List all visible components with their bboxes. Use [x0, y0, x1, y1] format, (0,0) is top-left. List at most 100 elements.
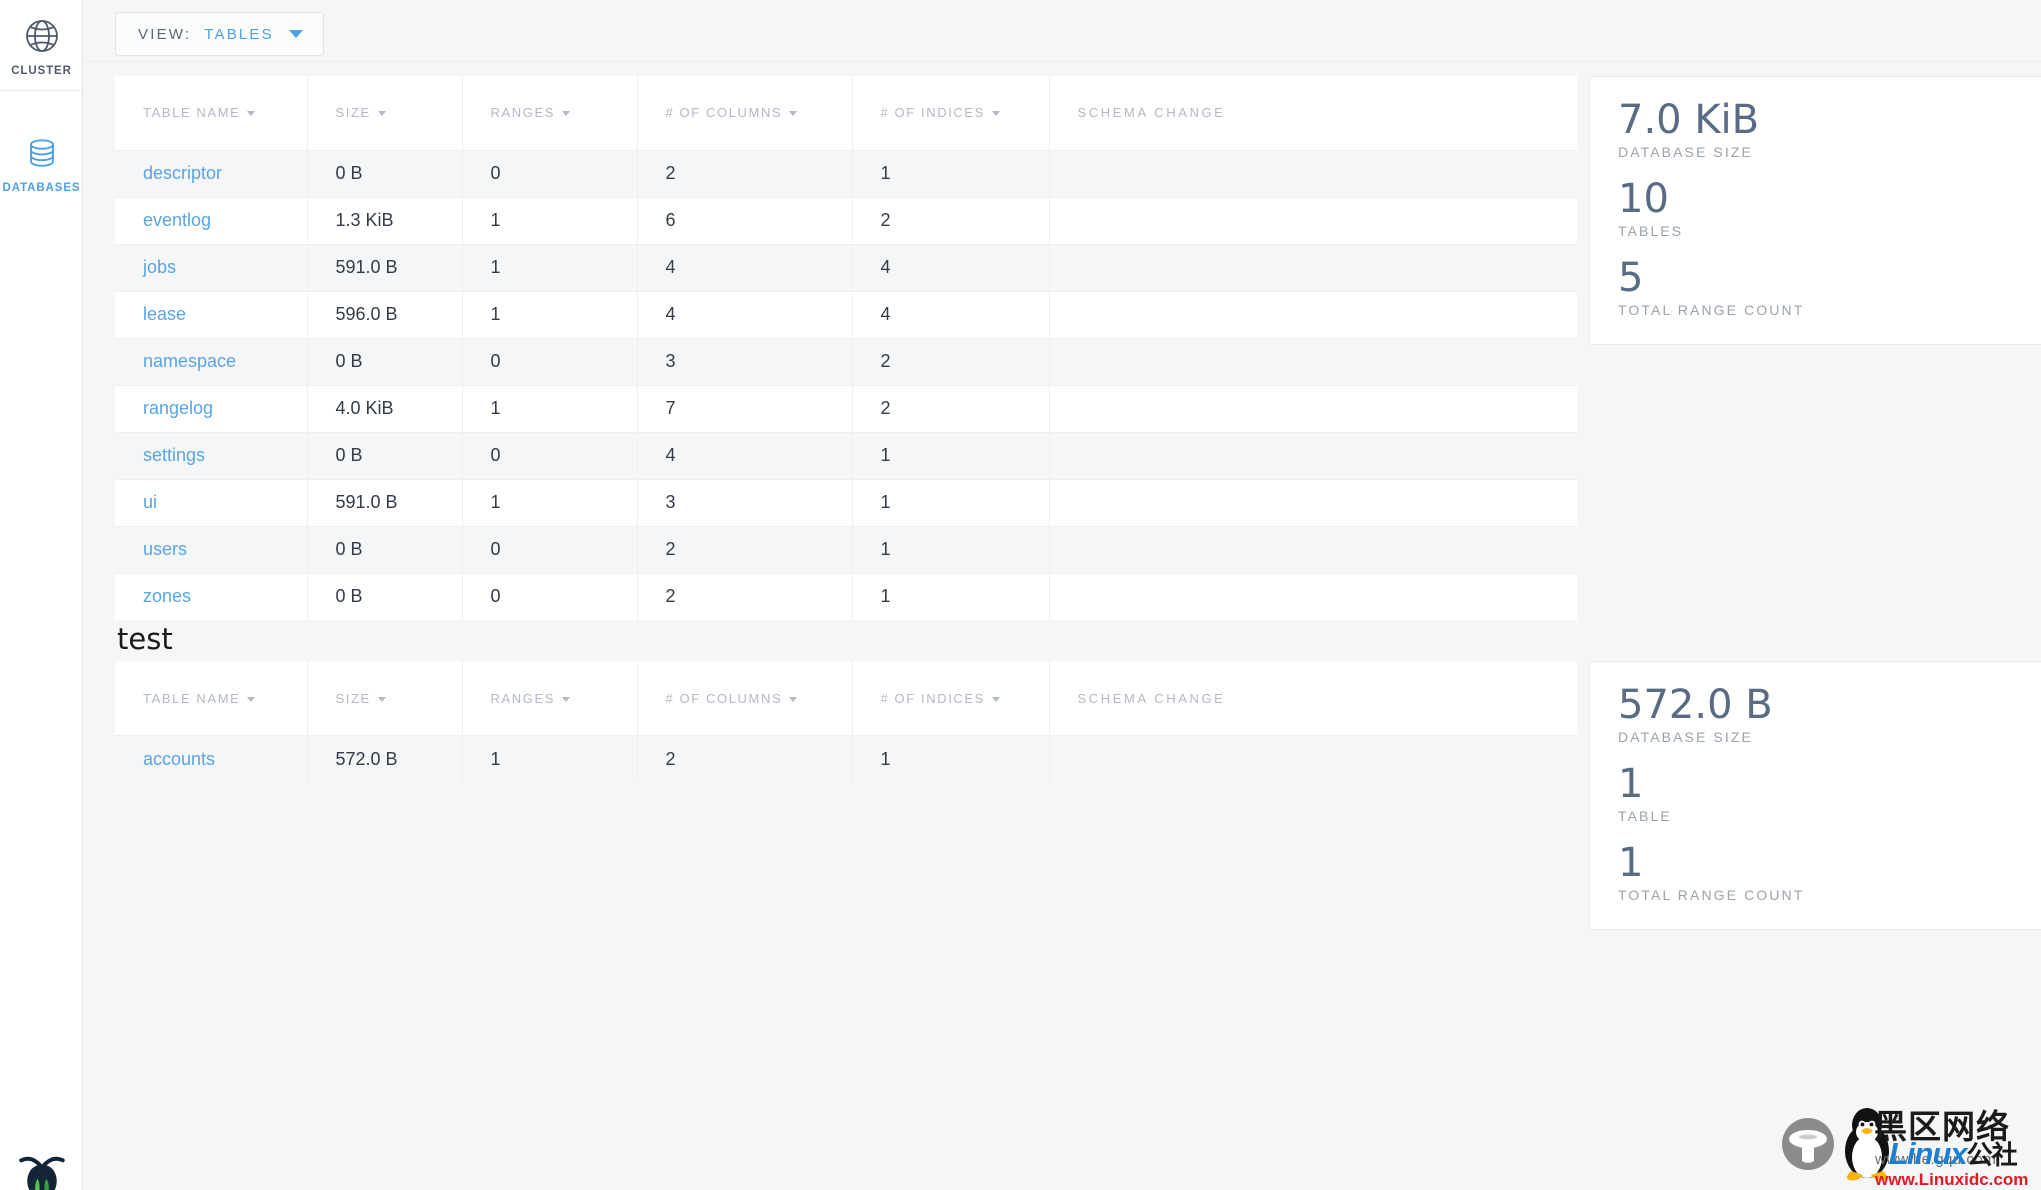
sidebar-item-cluster[interactable]: CLUSTER	[0, 0, 83, 91]
column-header-table-name[interactable]: TABLE NAME	[115, 76, 308, 150]
cockroachdb-logo[interactable]	[0, 1150, 83, 1190]
cell-indices: 2	[852, 384, 1050, 432]
section-body: TABLE NAME SIZE RANGES # OF COLUMNS # OF IND…	[115, 661, 2041, 931]
table-row[interactable]: zones 0 B021	[115, 572, 1577, 620]
column-header-of-columns[interactable]: # OF COLUMNS	[637, 76, 853, 150]
cell-size: 0 B	[307, 525, 463, 573]
tables-table: TABLE NAME SIZE RANGES # OF COLUMNS # OF IND…	[115, 76, 1577, 620]
stat-value: 5	[1618, 255, 1644, 301]
column-header-ranges[interactable]: RANGES	[462, 76, 638, 150]
column-header-label: SCHEMA CHANGE	[1077, 690, 1226, 706]
stat-label: TOTAL RANGE COUNT	[1618, 302, 1805, 318]
stat-block: 572.0 B DATABASE SIZE	[1618, 684, 2041, 745]
table-row[interactable]: users 0 B021	[115, 525, 1577, 573]
cell-schema-change	[1049, 337, 1577, 385]
site-watermark: 黑区网络 www.he.gqu.com Linux公社 www.Linuxidc…	[1779, 1094, 2041, 1190]
sort-caret-icon	[247, 696, 256, 702]
cell-ranges: 1	[462, 734, 638, 783]
cell-schema-change	[1049, 196, 1577, 244]
globe-icon	[22, 16, 62, 56]
column-header-inner: TABLE NAME	[143, 105, 256, 121]
stat-label: TABLE	[1618, 808, 1672, 825]
table-row[interactable]: accounts 572.0 B121	[115, 734, 1577, 783]
table-row[interactable]: jobs 591.0 B144	[115, 243, 1577, 291]
sort-caret-icon	[789, 696, 798, 702]
column-header-label: TABLE NAME	[143, 105, 241, 121]
cell-size: 4.0 KiB	[307, 384, 463, 432]
column-header-size[interactable]: SIZE	[307, 661, 463, 736]
table-name-link[interactable]: settings	[143, 445, 205, 465]
main-content: VIEW: TABLES TABLE NAME SIZE RANGES # OF CO…	[83, 0, 2041, 1190]
watermark-cn-sub: 公社	[1966, 1140, 2018, 1170]
cell-schema-change	[1049, 431, 1577, 479]
table-row[interactable]: eventlog 1.3 KiB 1 6 2	[115, 196, 1577, 244]
cell-ranges: 0	[462, 525, 638, 573]
cell-size: 0 B	[307, 572, 463, 620]
column-header-of-indices[interactable]: # OF INDICES	[852, 76, 1050, 150]
cell-name: jobs	[115, 243, 308, 291]
stat-label: DATABASE SIZE	[1618, 144, 1753, 160]
table-row[interactable]: settings 0 B041	[115, 431, 1577, 479]
table-row[interactable]: lease 596.0 B144	[115, 290, 1577, 338]
cell-size: 572.0 B	[307, 734, 463, 783]
table-name-link[interactable]: ui	[143, 492, 157, 512]
table-name-link[interactable]: zones	[143, 586, 191, 606]
table-header-row: TABLE NAME SIZE RANGES # OF COLUMNS # OF IND…	[115, 76, 1577, 150]
column-header-inner: # OF COLUMNS	[666, 105, 798, 120]
stat-value: 7.0 KiB	[1618, 97, 1760, 143]
sort-caret-icon	[991, 696, 1000, 702]
table-row[interactable]: rangelog 4.0 KiB 1 7 2	[115, 384, 1577, 432]
cell-name: users	[115, 525, 308, 573]
table-name-link[interactable]: rangelog	[143, 398, 213, 418]
table-name-link[interactable]: jobs	[143, 257, 176, 277]
column-header-schema-change: SCHEMA CHANGE	[1049, 661, 1577, 736]
database-stats-card: 572.0 B DATABASE SIZE 1 TABLE 1 TOTAL RANGE C…	[1589, 661, 2041, 931]
column-header-label: SIZE	[335, 690, 371, 706]
table-name-link[interactable]: accounts	[143, 749, 215, 769]
sort-caret-icon	[991, 111, 1000, 117]
cell-columns: 3	[637, 478, 853, 526]
column-header-of-columns[interactable]: # OF COLUMNS	[637, 661, 853, 736]
database-title: test	[117, 622, 173, 656]
cell-indices: 2	[852, 196, 1050, 244]
stat-block: 7.0 KiB DATABASE SIZE	[1618, 99, 2041, 160]
table-name-link[interactable]: users	[143, 539, 187, 559]
stat-block: 1 TABLE	[1618, 763, 2041, 824]
sidebar-item-label-databases: DATABASES	[2, 182, 81, 194]
database-section: test TABLE NAME SIZE RANGES # OF COLUMNS # OF…	[83, 620, 2041, 931]
column-header-label: RANGES	[490, 105, 556, 121]
cell-indices: 1	[852, 149, 1050, 197]
cell-name: zones	[115, 572, 308, 620]
table-name-link[interactable]: namespace	[143, 351, 236, 371]
table-row[interactable]: descriptor 0 B021	[115, 149, 1577, 197]
table-name-link[interactable]: lease	[143, 304, 186, 324]
cell-name: eventlog	[115, 196, 308, 244]
table-row[interactable]: ui 591.0 B131	[115, 478, 1577, 526]
stat-block: 5 TOTAL RANGE COUNT	[1618, 257, 2041, 318]
stat-label: TOTAL RANGE COUNT	[1618, 887, 1805, 904]
cell-columns: 3	[637, 337, 853, 385]
cell-indices: 1	[852, 478, 1050, 526]
stat-block: 1 TOTAL RANGE COUNT	[1618, 842, 2041, 903]
table-name-link[interactable]: descriptor	[143, 163, 222, 183]
cell-schema-change	[1049, 734, 1577, 783]
cell-columns: 6	[637, 196, 853, 244]
table-name-link[interactable]: eventlog	[143, 210, 211, 230]
column-header-inner: # OF COLUMNS	[666, 691, 798, 706]
column-header-ranges[interactable]: RANGES	[462, 661, 638, 736]
column-header-label: SCHEMA CHANGE	[1077, 105, 1226, 121]
view-selector-dropdown[interactable]: VIEW: TABLES	[115, 12, 324, 56]
column-header-size[interactable]: SIZE	[307, 76, 463, 150]
chevron-down-icon	[288, 30, 303, 38]
cell-columns: 2	[637, 149, 853, 197]
column-header-table-name[interactable]: TABLE NAME	[115, 661, 308, 736]
column-header-of-indices[interactable]: # OF INDICES	[852, 661, 1050, 736]
stat-value: 1	[1618, 761, 1644, 808]
tux-penguin-icon	[1837, 1105, 1897, 1186]
cell-schema-change	[1049, 525, 1577, 573]
sort-caret-icon	[562, 111, 571, 117]
cell-ranges: 1	[462, 196, 638, 244]
sidebar-item-databases[interactable]: DATABASES	[0, 117, 83, 208]
table-row[interactable]: namespace 0 B032	[115, 337, 1577, 385]
sidebar-divider	[0, 90, 83, 91]
